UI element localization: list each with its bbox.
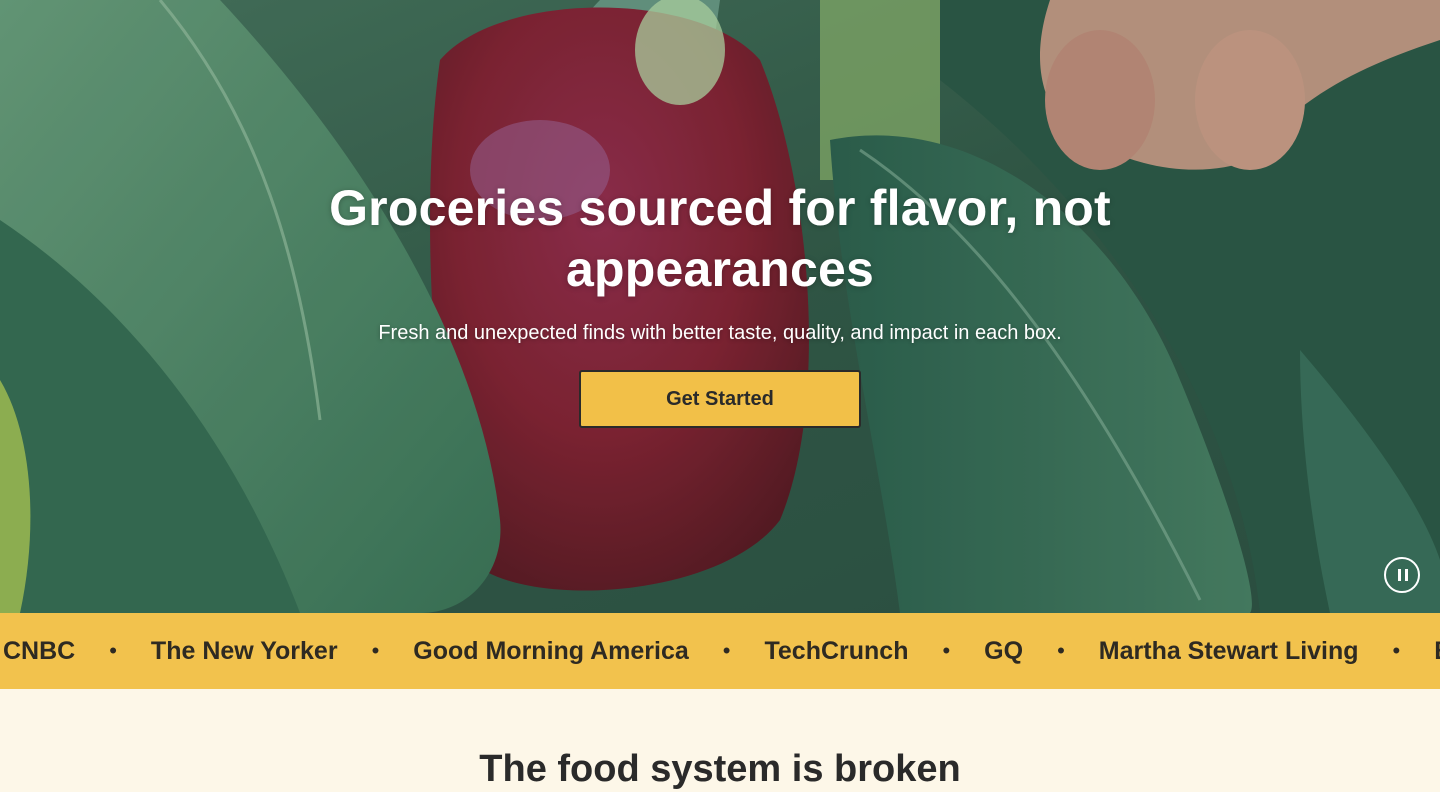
press-separator: • <box>1392 638 1401 663</box>
hero-content: Groceries sourced for flavor, not appear… <box>0 0 1440 613</box>
get-started-button[interactable]: Get Started <box>579 370 861 428</box>
press-ticker: CNBC • The New Yorker • Good Morning Ame… <box>0 613 1440 689</box>
press-item-buzzfeed: Buzz <box>1426 637 1440 666</box>
press-item-new-yorker: The New Yorker <box>150 636 338 665</box>
press-item-techcrunch: TechCrunch <box>764 636 909 665</box>
press-separator: • <box>942 638 951 663</box>
press-ticker-track: CNBC • The New Yorker • Good Morning Ame… <box>0 613 1440 689</box>
pause-button[interactable] <box>1384 557 1420 593</box>
hero-video: Groceries sourced for flavor, not appear… <box>0 0 1440 613</box>
press-separator: • <box>109 638 117 663</box>
pause-icon-bar <box>1405 569 1408 581</box>
press-item-cnbc: CNBC <box>3 636 76 665</box>
pause-icon <box>1398 569 1401 581</box>
press-item-martha-stewart-living: Martha Stewart Living <box>1098 636 1359 665</box>
press-separator: • <box>1057 638 1065 663</box>
hero-title: Groceries sourced for flavor, not appear… <box>329 180 1111 297</box>
press-separator: • <box>722 638 731 663</box>
press-item-gq: GQ <box>984 636 1024 665</box>
press-item-good-morning-america: Good Morning America <box>413 636 689 665</box>
press-separator: • <box>371 638 380 663</box>
hero-subtitle: Fresh and unexpected finds with better t… <box>378 322 1062 344</box>
section-title: The food system is broken <box>479 748 961 790</box>
